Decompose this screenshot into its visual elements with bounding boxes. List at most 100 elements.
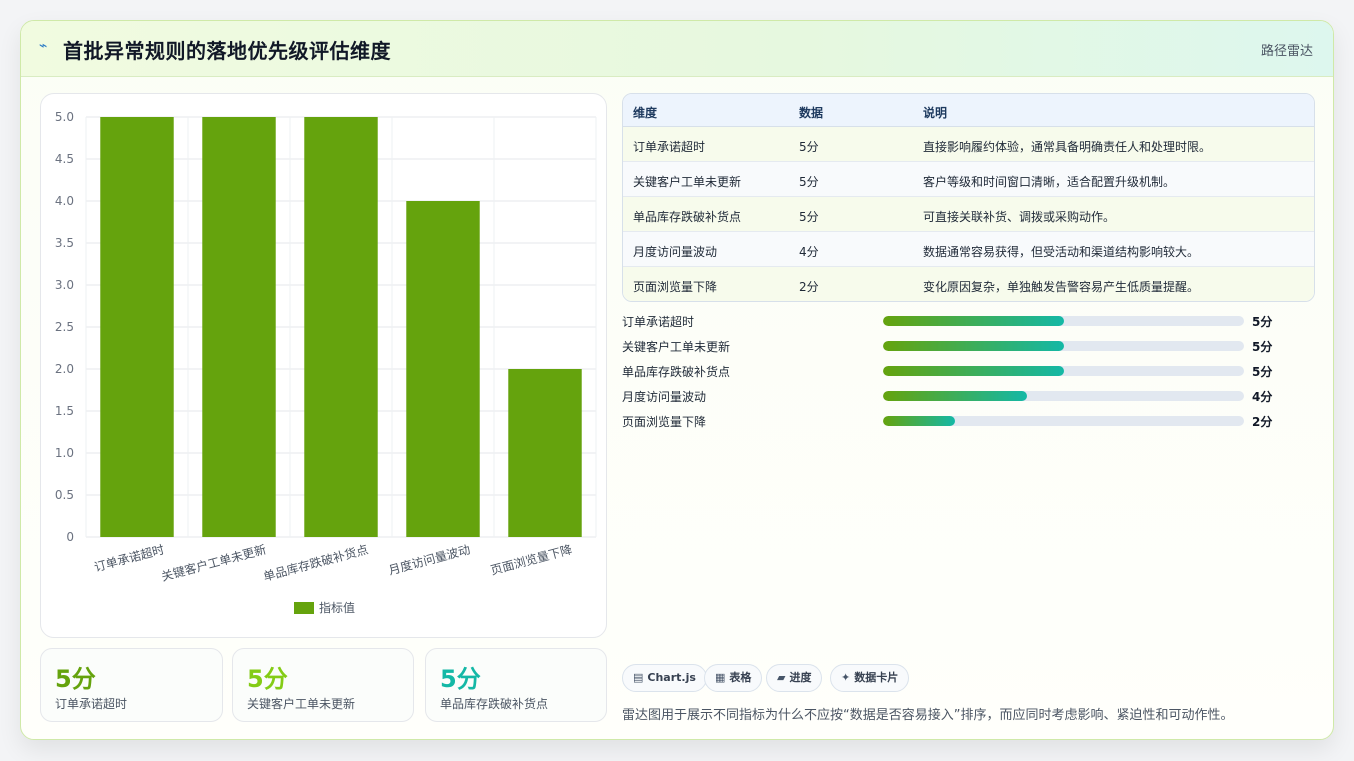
- legend-label: 指标值: [319, 600, 355, 615]
- progress-score: 4分: [1252, 390, 1273, 404]
- progress-row: 页面浏览量下降 2分: [622, 411, 1302, 431]
- card-header: ⌁ 首批异常规则的落地优先级评估维度 路径雷达: [21, 21, 1333, 77]
- progress-fill: [883, 316, 1064, 326]
- progress-label: 月度访问量波动: [622, 390, 707, 404]
- chart-bar: [304, 117, 378, 537]
- progress-track: [883, 316, 1244, 326]
- chart-icon: ▤: [633, 671, 644, 684]
- tag-label: 进度: [789, 671, 812, 684]
- y-tick-label: 5.0: [55, 110, 74, 124]
- x-tick-label: 关键客户工单未更新: [160, 541, 268, 583]
- stat-value: 5分: [440, 665, 481, 693]
- progress-label: 订单承诺超时: [622, 315, 695, 329]
- chart-bar: [406, 201, 480, 537]
- progress-fill: [883, 391, 1028, 401]
- x-tick-label: 单品库存跌破补货点: [262, 541, 370, 583]
- progress-label: 单品库存跌破补货点: [622, 365, 731, 379]
- column-header-description: 说明: [923, 106, 948, 120]
- table-row: 订单承诺超时 5分 直接影响履约体验，通常具备明确责任人和处理时限。: [623, 127, 1314, 162]
- tag-data-card[interactable]: ✦ 数据卡片: [830, 664, 910, 692]
- column-header-data: 数据: [799, 106, 824, 120]
- progress-row: 订单承诺超时 5分: [622, 311, 1302, 331]
- cell-dimension: 关键客户工单未更新: [633, 175, 742, 189]
- cell-description: 数据通常容易获得，但受活动和渠道结构影响较大。: [923, 245, 1200, 259]
- tag-chartjs[interactable]: ▤ Chart.js: [622, 664, 707, 692]
- y-tick-label: 0: [66, 530, 74, 544]
- stat-card-ticket-stale: 5分 关键客户工单未更新: [232, 648, 414, 722]
- dimension-table: 维度 数据 说明 订单承诺超时 5分 直接影响履约体验，通常具备明确责任人和处理…: [622, 93, 1315, 302]
- progress-score: 5分: [1252, 365, 1273, 379]
- cell-data: 4分: [799, 245, 819, 259]
- stat-label: 关键客户工单未更新: [247, 697, 356, 711]
- progress-track: [883, 366, 1244, 376]
- tag-label: Chart.js: [647, 671, 696, 684]
- progress-row: 单品库存跌破补货点 5分: [622, 361, 1302, 381]
- stat-card-stock-low: 5分 单品库存跌破补货点: [425, 648, 607, 722]
- table-row: 页面浏览量下降 2分 变化原因复杂，单独触发告警容易产生低质量提醒。: [623, 267, 1314, 301]
- table-icon: ▦: [715, 671, 726, 684]
- y-tick-label: 1.0: [55, 446, 74, 460]
- cell-dimension: 订单承诺超时: [633, 140, 706, 154]
- progress-score: 5分: [1252, 340, 1273, 354]
- y-tick-label: 3.5: [55, 236, 74, 250]
- column-header-dimension: 维度: [633, 106, 658, 120]
- card-icon: ✦: [841, 671, 851, 684]
- legend-swatch: [294, 602, 314, 614]
- cell-data: 5分: [799, 210, 819, 224]
- cell-dimension: 页面浏览量下降: [633, 280, 718, 294]
- tag-progress[interactable]: ▰ 进度: [766, 664, 823, 692]
- y-tick-label: 2.0: [55, 362, 74, 376]
- progress-track: [883, 391, 1244, 401]
- y-tick-label: 0.5: [55, 488, 74, 502]
- bar-chart: 0 0.5 1.0 1.5 2.0 2.5 3.0 3.5 4.0 4.5 5.0 订单承诺超时关键客…: [55, 110, 597, 615]
- progress-track: [883, 416, 1244, 426]
- cell-data: 5分: [799, 140, 819, 154]
- table-header: 维度 数据 说明: [623, 94, 1314, 127]
- y-tick-label: 4.5: [55, 152, 74, 166]
- progress-row: 月度访问量波动 4分: [622, 386, 1302, 406]
- progress-score: 2分: [1252, 415, 1273, 429]
- bar-chart-panel: 0 0.5 1.0 1.5 2.0 2.5 3.0 3.5 4.0 4.5 5.0 订单承诺超时 关键客…: [40, 93, 607, 638]
- progress-score: 5分: [1252, 315, 1273, 329]
- stat-label: 订单承诺超时: [55, 697, 128, 711]
- cell-data: 2分: [799, 280, 819, 294]
- y-tick-label: 1.5: [55, 404, 74, 418]
- stat-card-order-timeout: 5分 订单承诺超时: [40, 648, 223, 722]
- x-tick-label: 订单承诺超时: [92, 541, 165, 574]
- footnote: 雷达图用于展示不同指标为什么不应按“数据是否容易接入”排序，而应同时考虑影响、紧…: [622, 708, 1234, 723]
- progress-label: 页面浏览量下降: [622, 415, 707, 429]
- y-tick-label: 2.5: [55, 320, 74, 334]
- cell-description: 客户等级和时间窗口清晰，适合配置升级机制。: [923, 175, 1176, 189]
- progress-fill: [883, 366, 1064, 376]
- chart-bar: [100, 117, 174, 537]
- lightning-icon: ⌁: [39, 38, 48, 54]
- progress-icon: ▰: [777, 671, 786, 684]
- cell-data: 5分: [799, 175, 819, 189]
- cell-description: 直接影响履约体验，通常具备明确责任人和处理时限。: [923, 140, 1212, 154]
- x-tick-label: 页面浏览量下降: [489, 541, 574, 577]
- main-card: ⌁ 首批异常规则的落地优先级评估维度 路径雷达 0 0.5 1.0 1.5 2.0 2.5…: [20, 20, 1334, 740]
- table-row: 单品库存跌破补货点 5分 可直接关联补货、调拨或采购动作。: [623, 197, 1314, 232]
- cell-dimension: 月度访问量波动: [633, 245, 718, 259]
- table-row: 月度访问量波动 4分 数据通常容易获得，但受活动和渠道结构影响较大。: [623, 232, 1314, 267]
- stat-value: 5分: [247, 665, 288, 693]
- stat-label: 单品库存跌破补货点: [440, 697, 549, 711]
- tag-label: 数据卡片: [854, 671, 899, 684]
- chart-bar: [202, 117, 276, 537]
- tag-table[interactable]: ▦ 表格: [704, 664, 763, 692]
- cell-dimension: 单品库存跌破补货点: [633, 210, 742, 224]
- y-tick-label: 4.0: [55, 194, 74, 208]
- tag-label: 表格: [729, 671, 752, 684]
- progress-fill: [883, 341, 1064, 351]
- stat-value: 5分: [55, 665, 96, 693]
- progress-fill: [883, 416, 956, 426]
- y-tick-label: 3.0: [55, 278, 74, 292]
- table-row: 关键客户工单未更新 5分 客户等级和时间窗口清晰，适合配置升级机制。: [623, 162, 1314, 197]
- x-tick-label: 月度访问量波动: [387, 541, 472, 577]
- chart-bar: [508, 369, 582, 537]
- page-title: 首批异常规则的落地优先级评估维度: [63, 39, 391, 63]
- path-radar-badge[interactable]: 路径雷达: [1261, 40, 1313, 59]
- cell-description: 变化原因复杂，单独触发告警容易产生低质量提醒。: [923, 280, 1200, 294]
- progress-label: 关键客户工单未更新: [622, 340, 731, 354]
- progress-row: 关键客户工单未更新 5分: [622, 336, 1302, 356]
